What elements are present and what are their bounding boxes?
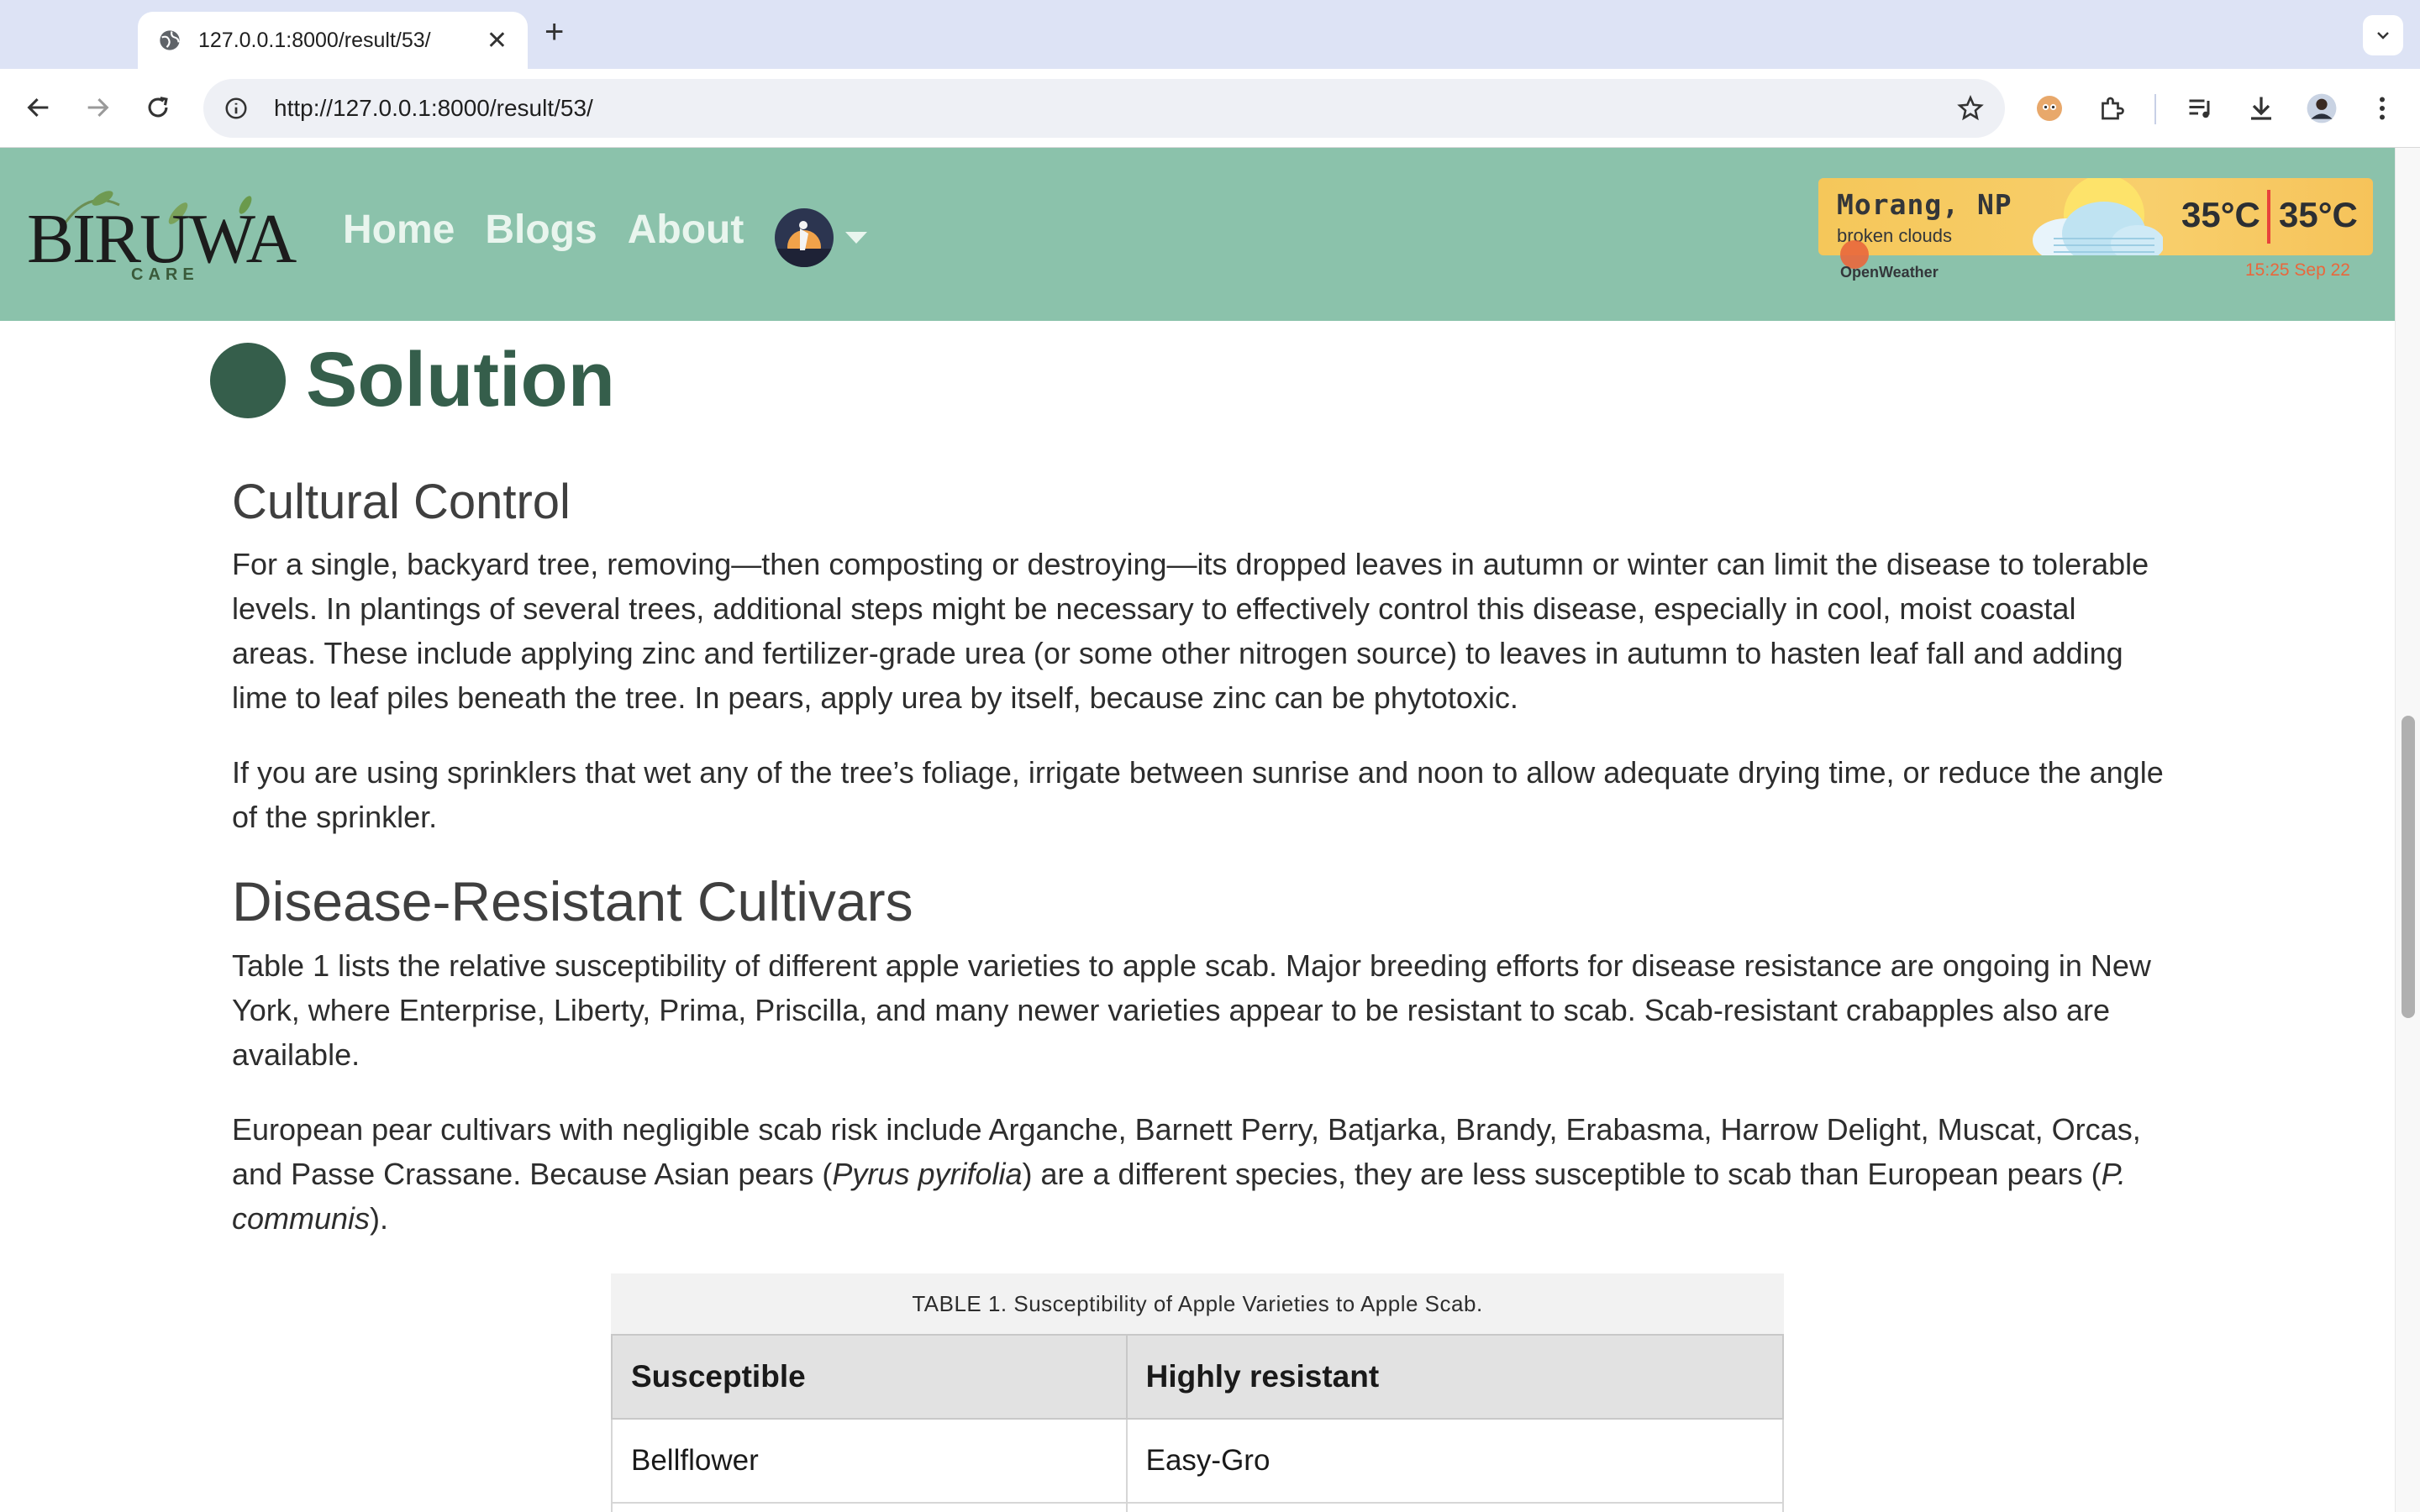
tab-search-button[interactable] (2363, 15, 2403, 55)
reload-button[interactable] (138, 87, 178, 128)
solution-bullet-icon (210, 342, 286, 418)
weather-provider: OpenWeather (1840, 264, 1939, 281)
close-tab-icon[interactable]: ✕ (487, 26, 508, 55)
reload-icon (148, 97, 168, 118)
download-icon[interactable] (2244, 91, 2279, 126)
cultural-paragraph-2: If you are using sprinklers that wet any… (232, 755, 2164, 834)
table-cell: Easy-Gro (1125, 1418, 1785, 1504)
nav-blogs-link[interactable]: Blogs (485, 207, 597, 253)
browser-tabstrip: 127.0.0.1:8000/result/53/ ✕ + (0, 0, 2420, 69)
column-header: Highly resistant (1125, 1334, 1785, 1420)
browser-tab-active[interactable]: 127.0.0.1:8000/result/53/ ✕ (138, 12, 528, 69)
chevron-down-icon (2377, 32, 2389, 39)
cultivars-paragraph-1: Table 1 lists the relative susceptibilit… (232, 948, 2151, 1072)
site-logo[interactable]: BIRUWA CARE (27, 183, 297, 292)
text-segment: ). (370, 1201, 389, 1236)
media-controls-icon[interactable] (2183, 91, 2218, 126)
more-menu-icon[interactable] (2365, 91, 2400, 126)
weather-divider (2267, 190, 2270, 244)
weather-widget: Morang, NP broken clouds 35°C 35°C (1818, 178, 2373, 255)
table-cell: Bellflower (611, 1418, 1128, 1504)
table-cell (1125, 1502, 1785, 1512)
tab-title: 127.0.0.1:8000/result/53/ (198, 28, 431, 52)
profile-avatar-icon[interactable] (2304, 91, 2339, 126)
nav-about-link[interactable]: About (628, 207, 744, 253)
new-tab-button[interactable]: + (544, 13, 564, 51)
table-caption: TABLE 1. Susceptibility of Apple Varieti… (611, 1273, 1784, 1334)
cultivars-paragraph-2: European pear cultivars with negligible … (232, 1107, 2165, 1241)
browser-toolbar: http://127.0.0.1:8000/result/53/ (0, 69, 2420, 148)
column-header: Susceptible (611, 1334, 1128, 1420)
scrollbar-thumb[interactable] (2402, 716, 2415, 1018)
main-content: Solution Cultural Control For a single, … (0, 321, 2395, 1512)
cultural-control-heading: Cultural Control (232, 475, 571, 529)
forward-button[interactable] (77, 87, 118, 128)
arrow-right-icon (87, 97, 109, 118)
caret-down-icon (845, 232, 867, 244)
bookmark-star-icon[interactable] (1956, 94, 1985, 123)
site-info-icon[interactable] (224, 96, 249, 121)
table-header-row: Susceptible Highly resistant (611, 1334, 1785, 1420)
table-row: Bellflower Easy-Gro (611, 1418, 1785, 1504)
logo-subtitle: CARE (131, 265, 199, 284)
address-bar[interactable]: http://127.0.0.1:8000/result/53/ (203, 79, 2005, 138)
susceptibility-table: TABLE 1. Susceptibility of Apple Varieti… (611, 1273, 1785, 1512)
table-row (611, 1502, 1785, 1512)
weather-time: 15:25 Sep 22 (2245, 260, 2350, 280)
url-text[interactable]: http://127.0.0.1:8000/result/53/ (274, 95, 1956, 122)
back-button[interactable] (18, 87, 59, 128)
nav-home-link[interactable]: Home (343, 207, 455, 253)
weather-temp-primary: 35°C (2181, 195, 2260, 234)
extensions-puzzle-icon[interactable] (2094, 91, 2129, 126)
user-menu-toggle[interactable] (775, 208, 867, 267)
solution-heading: Solution (210, 336, 615, 424)
site-header: BIRUWA CARE Home Blogs About Morang, NP … (0, 148, 2395, 321)
toolbar-divider (2154, 94, 2156, 124)
solution-article: Cultural Control For a single, backyard … (232, 474, 2165, 1271)
text-segment: ) are a different species, they are less… (1022, 1157, 2102, 1191)
resistant-cultivars-heading: Disease-Resistant Cultivars (232, 870, 913, 932)
main-nav: Home Blogs About (343, 207, 744, 253)
cultural-paragraph-1: For a single, backyard tree, removing—th… (232, 547, 2149, 715)
arrow-left-icon (27, 97, 49, 118)
weather-temp-secondary: 35°C (2279, 195, 2358, 234)
broken-clouds-icon (2033, 178, 2163, 255)
user-avatar (775, 208, 834, 267)
extension-avatar-icon[interactable] (2032, 91, 2067, 126)
species-name: Pyrus pyrifolia (832, 1157, 1023, 1191)
globe-icon (160, 30, 180, 50)
solution-title: Solution (306, 337, 615, 423)
table-cell (611, 1502, 1128, 1512)
weather-city: Morang, NP (1837, 188, 2012, 221)
